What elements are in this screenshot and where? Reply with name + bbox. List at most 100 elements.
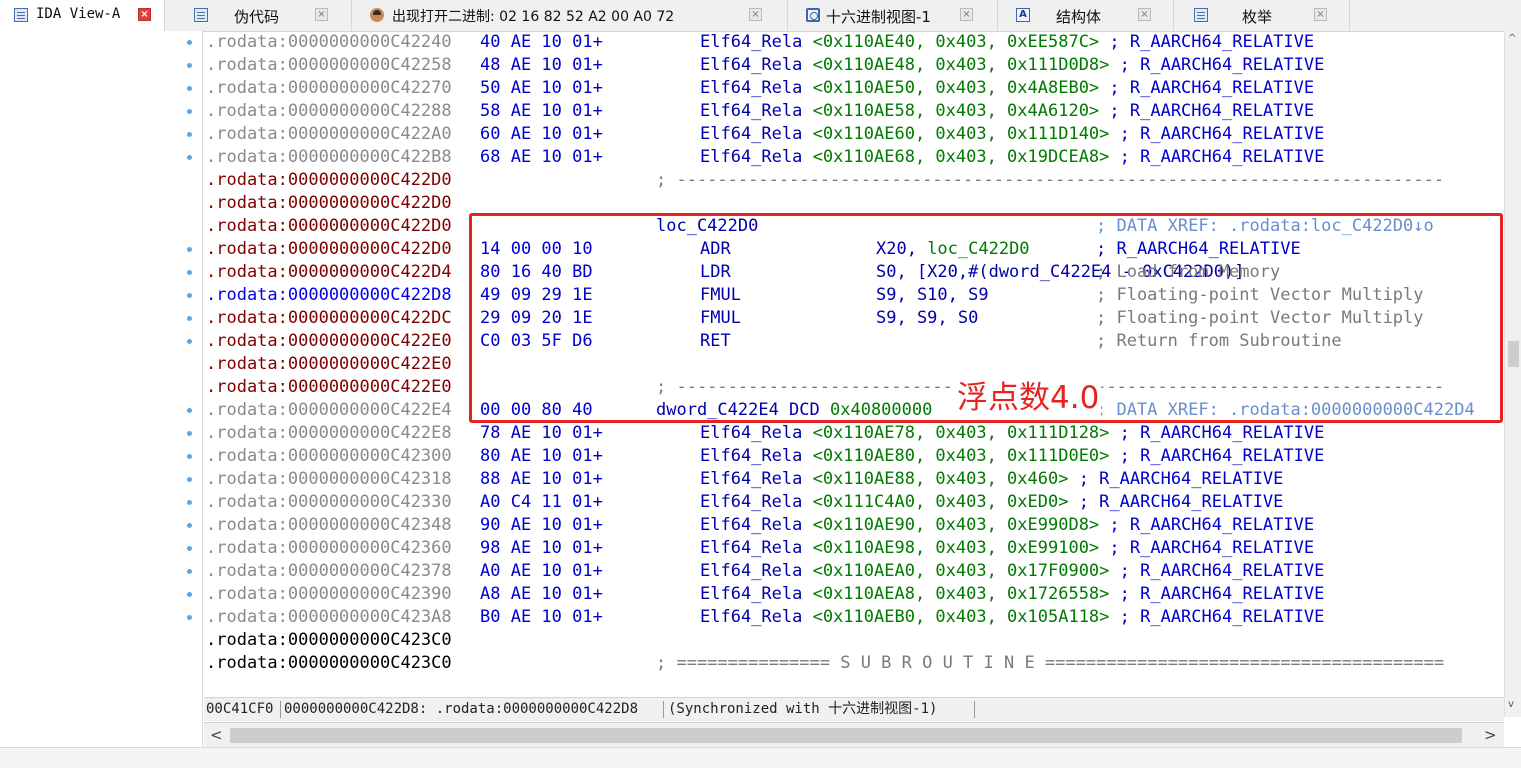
listing-line[interactable]: .rodata:0000000000C422E4 00 00 80 40 dword… [204, 399, 1504, 422]
code-text[interactable]: Elf64_Rela <0x110AEA0, 0x403, 0x17F0900>… [700, 560, 1324, 583]
line-address[interactable]: .rodata:0000000000C422D0 [206, 169, 452, 192]
xref-comment[interactable]: ; DATA XREF: .rodata:0000000000C422D4 [1096, 399, 1475, 422]
listing-line[interactable]: .rodata:0000000000C42390 A8 AE 10 01+ Elf6… [204, 583, 1504, 606]
line-marker-dot[interactable] [187, 431, 192, 436]
line-marker-dot[interactable] [187, 316, 192, 321]
line-address[interactable]: .rodata:0000000000C422D0 [206, 192, 452, 215]
code-text[interactable]: Elf64_Rela <0x110AE58, 0x403, 0x4A6120> … [700, 100, 1314, 123]
instruction-mnemonic[interactable]: FMUL [700, 307, 741, 330]
separator-comment[interactable]: ; =============== S U B R O U T I N E ==… [656, 652, 1444, 675]
line-marker-dot[interactable] [187, 477, 192, 482]
line-address[interactable]: .rodata:0000000000C422D8 [206, 284, 452, 307]
close-icon[interactable]: × [138, 8, 151, 21]
close-icon[interactable]: × [749, 8, 762, 21]
line-marker-dot[interactable] [187, 293, 192, 298]
listing-line[interactable]: .rodata:0000000000C422DC 29 09 20 1E FMUL S… [204, 307, 1504, 330]
tab-structures[interactable]: A 结构体 × [998, 0, 1174, 31]
instruction-mnemonic[interactable]: RET [700, 330, 731, 353]
listing-line[interactable]: .rodata:0000000000C42258 48 AE 10 01+ Elf6… [204, 54, 1504, 77]
line-address[interactable]: .rodata:0000000000C422E0 [206, 376, 452, 399]
line-marker-dot[interactable] [187, 569, 192, 574]
line-address[interactable]: .rodata:0000000000C42270 [206, 77, 452, 100]
disassembly-listing[interactable]: .rodata:0000000000C42240 40 AE 10 01+ Elf6… [204, 31, 1504, 694]
instruction-operands[interactable]: X20, loc_C422D0 [876, 238, 1030, 261]
line-marker-dot[interactable] [187, 86, 192, 91]
vertical-scrollbar[interactable]: ^ v [1504, 31, 1521, 717]
instruction-operands[interactable]: S9, S9, S0 [876, 307, 978, 330]
close-icon[interactable]: × [960, 8, 973, 21]
listing-line[interactable]: .rodata:0000000000C42270 50 AE 10 01+ Elf6… [204, 77, 1504, 100]
tab-binary-search[interactable]: 出现打开二进制: 02 16 82 52 A2 00 A0 72 × [352, 0, 788, 31]
line-address[interactable]: .rodata:0000000000C42318 [206, 468, 452, 491]
line-address[interactable]: .rodata:0000000000C422DC [206, 307, 452, 330]
line-marker-dot[interactable] [187, 109, 192, 114]
horizontal-scroll-thumb[interactable] [230, 728, 1462, 743]
line-marker-dot[interactable] [187, 270, 192, 275]
scroll-thumb[interactable] [1508, 341, 1519, 367]
listing-line[interactable]: .rodata:0000000000C422D4 80 16 40 BD LDR S0… [204, 261, 1504, 284]
close-icon[interactable]: × [1138, 8, 1151, 21]
tab-ida-view-a[interactable]: IDA View-A × [0, 0, 165, 31]
line-marker-dot[interactable] [187, 408, 192, 413]
code-text[interactable]: Elf64_Rela <0x110AEA8, 0x403, 0x1726558>… [700, 583, 1324, 606]
line-address[interactable]: .rodata:0000000000C42300 [206, 445, 452, 468]
code-text[interactable]: Elf64_Rela <0x110AEB0, 0x403, 0x105A118>… [700, 606, 1324, 629]
listing-line[interactable]: .rodata:0000000000C42318 88 AE 10 01+ Elf6… [204, 468, 1504, 491]
line-address[interactable]: .rodata:0000000000C422E4 [206, 399, 452, 422]
line-marker-dot[interactable] [187, 132, 192, 137]
line-address[interactable]: .rodata:0000000000C423C0 [206, 652, 452, 675]
code-text[interactable]: Elf64_Rela <0x110AE88, 0x403, 0x460> ; R… [700, 468, 1283, 491]
code-text[interactable]: Elf64_Rela <0x110AE50, 0x403, 0x4A8EB0> … [700, 77, 1314, 100]
line-marker-dot[interactable] [187, 592, 192, 597]
line-address[interactable]: .rodata:0000000000C422D0 [206, 215, 452, 238]
line-address[interactable]: .rodata:0000000000C422B8 [206, 146, 452, 169]
scroll-right-icon[interactable]: > [1484, 726, 1497, 744]
listing-line[interactable]: .rodata:0000000000C42378 A0 AE 10 01+ Elf6… [204, 560, 1504, 583]
listing-line[interactable]: .rodata:0000000000C423C0 ; ==============… [204, 652, 1504, 675]
listing-line[interactable]: .rodata:0000000000C42240 40 AE 10 01+ Elf6… [204, 31, 1504, 54]
listing-line[interactable]: .rodata:0000000000C422D0 [204, 192, 1504, 215]
code-text[interactable]: loc_C422D0 [656, 215, 758, 238]
line-marker-dot[interactable] [187, 63, 192, 68]
line-address[interactable]: .rodata:0000000000C42258 [206, 54, 452, 77]
listing-line[interactable]: .rodata:0000000000C422D0 ; --------------… [204, 169, 1504, 192]
line-address[interactable]: .rodata:0000000000C42378 [206, 560, 452, 583]
listing-line[interactable]: .rodata:0000000000C42300 80 AE 10 01+ Elf6… [204, 445, 1504, 468]
line-address[interactable]: .rodata:0000000000C42348 [206, 514, 452, 537]
listing-line[interactable]: .rodata:0000000000C422E0 C0 03 5F D6 RET ; … [204, 330, 1504, 353]
line-address[interactable]: .rodata:0000000000C422E0 [206, 353, 452, 376]
code-text[interactable]: dword_C422E4 DCD 0x40800000 [656, 399, 932, 422]
line-address[interactable]: .rodata:0000000000C42240 [206, 31, 452, 54]
listing-line[interactable]: .rodata:0000000000C422E0 [204, 353, 1504, 376]
listing-line[interactable]: .rodata:0000000000C42348 90 AE 10 01+ Elf6… [204, 514, 1504, 537]
line-address[interactable]: .rodata:0000000000C422A0 [206, 123, 452, 146]
line-marker-dot[interactable] [187, 500, 192, 505]
listing-line[interactable]: .rodata:0000000000C422B8 68 AE 10 01+ Elf6… [204, 146, 1504, 169]
line-marker-dot[interactable] [187, 247, 192, 252]
listing-line[interactable]: .rodata:0000000000C422D8 49 09 29 1E FMUL S… [204, 284, 1504, 307]
line-marker-dot[interactable] [187, 339, 192, 344]
line-marker-dot[interactable] [187, 40, 192, 45]
line-marker-dot[interactable] [187, 155, 192, 160]
listing-line[interactable]: .rodata:0000000000C422A0 60 AE 10 01+ Elf6… [204, 123, 1504, 146]
code-text[interactable]: Elf64_Rela <0x110AE80, 0x403, 0x111D0E0>… [700, 445, 1324, 468]
listing-line[interactable]: .rodata:0000000000C423C0 [204, 629, 1504, 652]
listing-line[interactable]: .rodata:0000000000C423A8 B0 AE 10 01+ Elf6… [204, 606, 1504, 629]
instruction-operands[interactable]: S9, S10, S9 [876, 284, 989, 307]
instruction-mnemonic[interactable]: FMUL [700, 284, 741, 307]
code-text[interactable]: Elf64_Rela <0x110AE40, 0x403, 0xEE587C> … [700, 31, 1314, 54]
listing-line[interactable]: .rodata:0000000000C42360 98 AE 10 01+ Elf6… [204, 537, 1504, 560]
scroll-down-icon[interactable]: v [1508, 699, 1514, 710]
line-marker-dot[interactable] [187, 523, 192, 528]
tab-enums[interactable]: 枚举 × [1174, 0, 1350, 31]
line-address[interactable]: .rodata:0000000000C422D4 [206, 261, 452, 284]
instruction-mnemonic[interactable]: ADR [700, 238, 731, 261]
line-address[interactable]: .rodata:0000000000C42288 [206, 100, 452, 123]
line-address[interactable]: .rodata:0000000000C42360 [206, 537, 452, 560]
tab-hex-view[interactable]: 十六进制视图-1 × [788, 0, 998, 31]
scroll-up-icon[interactable]: ^ [1508, 33, 1516, 44]
line-marker-dot[interactable] [187, 454, 192, 459]
line-address[interactable]: .rodata:0000000000C422E8 [206, 422, 452, 445]
line-marker-dot[interactable] [187, 615, 192, 620]
listing-line[interactable]: .rodata:0000000000C422E8 78 AE 10 01+ Elf6… [204, 422, 1504, 445]
